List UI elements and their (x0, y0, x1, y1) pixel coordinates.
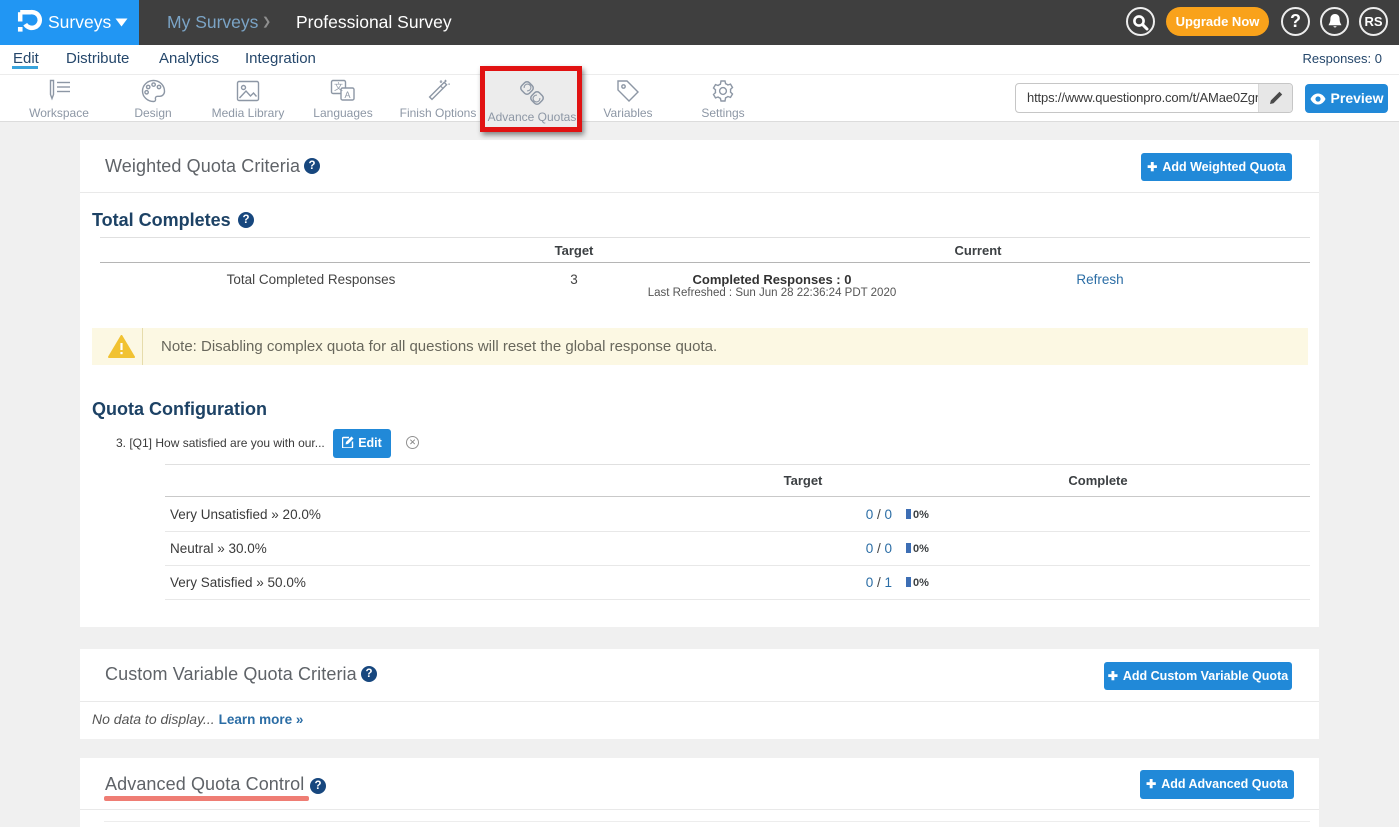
svg-text:文: 文 (334, 81, 343, 92)
svg-text:A: A (344, 90, 350, 100)
